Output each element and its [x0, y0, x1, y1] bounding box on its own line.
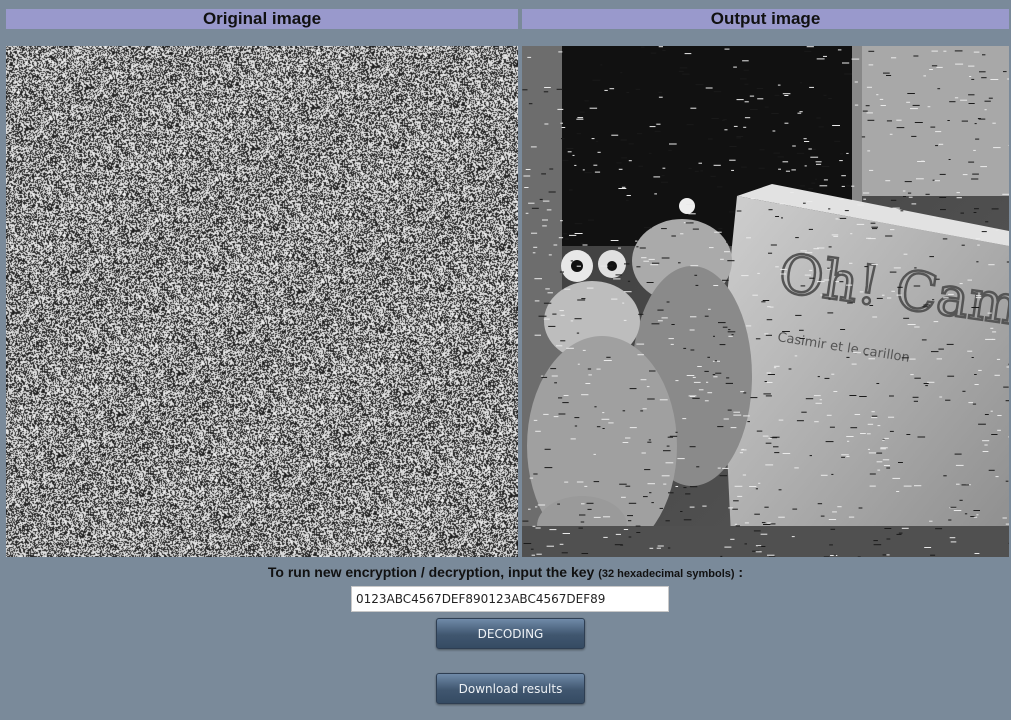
download-results-button[interactable]: Download results [436, 673, 585, 704]
decoding-button[interactable]: DECODING [436, 618, 585, 649]
original-image-noise [6, 46, 518, 557]
key-input[interactable] [351, 586, 669, 612]
output-image-photo: Oh! Cam Casimir et le carillon [522, 46, 1009, 557]
key-instruction: To run new encryption / decryption, inpu… [0, 564, 1011, 580]
original-image-header: Original image [6, 9, 518, 29]
instruction-suffix: : [734, 564, 744, 580]
decoded-photo: Oh! Cam Casimir et le carillon [522, 46, 1009, 557]
noise-canvas [6, 46, 518, 557]
output-image-header: Output image [522, 9, 1009, 29]
top-strip [0, 0, 1011, 8]
instruction-main: To run new encryption / decryption, inpu… [267, 564, 595, 580]
instruction-hint: (32 hexadecimal symbols) [598, 568, 735, 580]
